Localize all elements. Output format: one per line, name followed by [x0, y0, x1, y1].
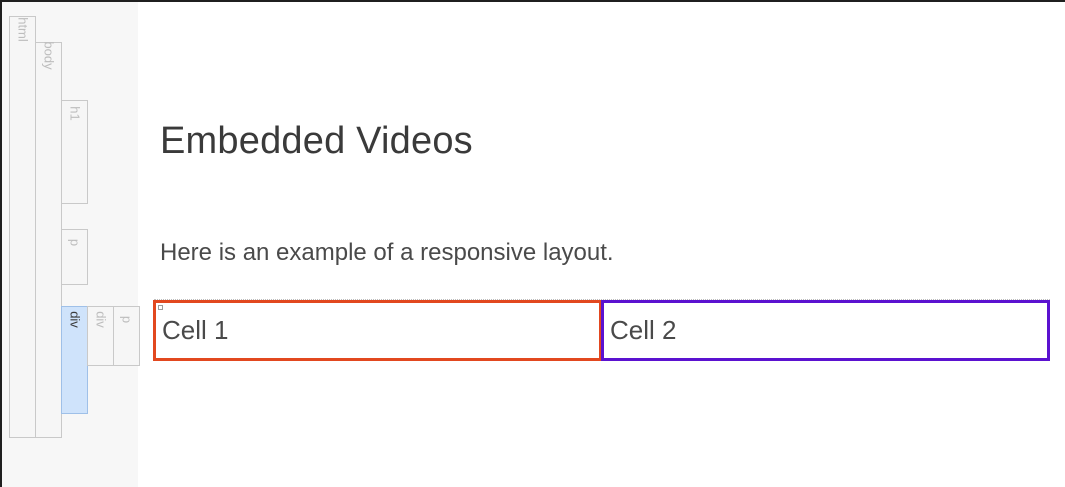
cell-2-label: Cell 2 — [610, 315, 677, 345]
tag-p[interactable]: p — [61, 229, 88, 285]
page-heading: Embedded Videos — [160, 120, 473, 162]
resize-handle-icon[interactable] — [158, 305, 163, 310]
tag-h1-label: h1 — [67, 106, 82, 121]
tag-html[interactable]: html — [9, 16, 36, 438]
tag-div-nested[interactable]: div — [87, 306, 114, 366]
tag-body[interactable]: body — [35, 41, 62, 438]
cell-2[interactable]: Cell 2 — [601, 300, 1050, 361]
tag-body-label: body — [41, 41, 56, 70]
tag-div-active[interactable]: div — [61, 306, 88, 414]
tag-rail: html body h1 p div div p — [2, 2, 140, 487]
cell-1-label: Cell 1 — [162, 315, 229, 345]
intro-paragraph: Here is an example of a responsive layou… — [160, 239, 614, 266]
tag-div-nested-label: div — [93, 311, 108, 328]
tag-html-label: html — [15, 17, 30, 42]
tag-div-label: div — [67, 311, 82, 328]
tag-p-label: p — [67, 238, 82, 247]
tag-p-nested-label: p — [119, 315, 134, 324]
cell-1[interactable]: Cell 1 — [153, 300, 602, 361]
tag-h1[interactable]: h1 — [61, 100, 88, 204]
tag-p-nested[interactable]: p — [113, 306, 140, 366]
